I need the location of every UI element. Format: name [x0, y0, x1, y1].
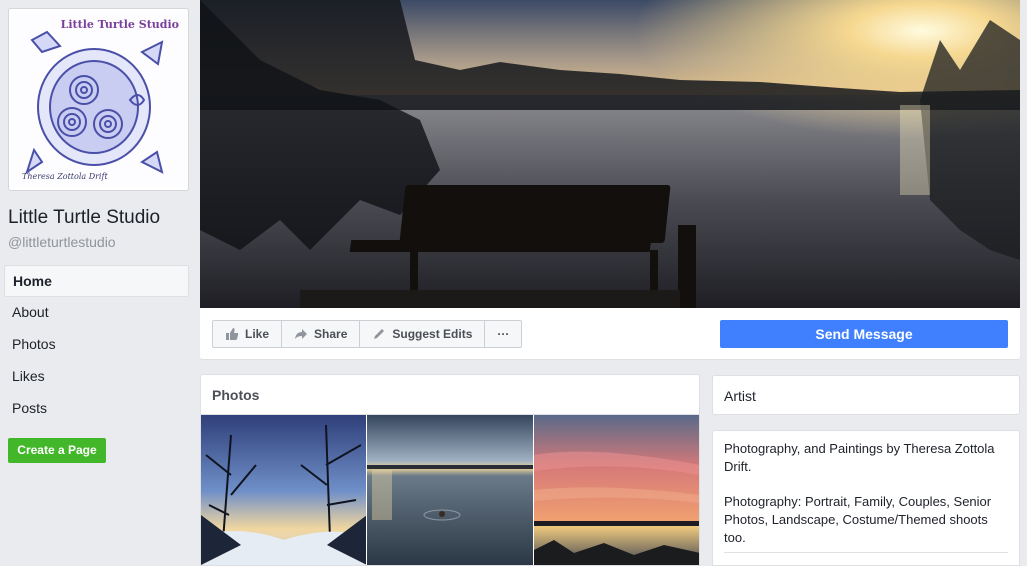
left-column: Little Turtle Studio Theresa Zottola Dri… [0, 0, 200, 566]
profile-picture[interactable]: Little Turtle Studio Theresa Zottola Dri… [8, 8, 189, 191]
send-message-button[interactable]: Send Message [720, 320, 1008, 348]
photo-grid [201, 415, 699, 565]
photo-thumbnail[interactable] [533, 415, 699, 565]
about-services: Photography: Portrait, Family, Couples, … [724, 494, 992, 545]
action-button-group: Like Share Suggest Edits ··· [212, 320, 523, 348]
divider [724, 552, 1008, 553]
nav-item-posts[interactable]: Posts [4, 393, 189, 425]
photos-card-title[interactable]: Photos [201, 375, 699, 415]
pencil-icon [372, 327, 386, 341]
suggest-edits-label: Suggest Edits [392, 327, 473, 341]
photo-thumbnail[interactable] [367, 415, 533, 565]
turtle-logo: Little Turtle Studio Theresa Zottola Dri… [12, 12, 185, 187]
turtle-logo-image [25, 30, 164, 175]
cover-photo[interactable] [200, 0, 1020, 308]
like-label: Like [245, 327, 270, 341]
page-title[interactable]: Little Turtle Studio [8, 207, 160, 229]
logo-signature: Theresa Zottola Drift [22, 172, 108, 181]
photos-card: Photos [200, 374, 700, 566]
thumbs-up-icon [225, 327, 239, 341]
more-dots-icon: ··· [497, 327, 510, 341]
nav-item-home[interactable]: Home [4, 265, 189, 297]
share-arrow-icon [294, 327, 308, 341]
cover-lake-sunrise-image [200, 0, 1020, 308]
logo-title: Little Turtle Studio [60, 18, 179, 31]
create-page-button[interactable]: Create a Page [8, 438, 106, 463]
like-button[interactable]: Like [213, 321, 283, 347]
share-label: Share [314, 327, 348, 341]
suggest-edits-button[interactable]: Suggest Edits [360, 321, 486, 347]
nav-item-photos[interactable]: Photos [4, 329, 189, 361]
lake-swimmer-photo [367, 415, 533, 565]
photo-thumbnail[interactable] [201, 415, 367, 565]
about-description: Photography, and Paintings by Theresa Zo… [724, 441, 995, 474]
nav-item-likes[interactable]: Likes [4, 361, 189, 393]
page-nav: Home About Photos Likes Posts [4, 265, 189, 425]
category-card[interactable]: Artist [712, 375, 1020, 415]
nav-item-about[interactable]: About [4, 297, 189, 329]
about-card: Photography, and Paintings by Theresa Zo… [712, 430, 1020, 566]
more-options-button[interactable]: ··· [485, 321, 521, 347]
share-button[interactable]: Share [282, 321, 361, 347]
pink-sunset-photo [533, 415, 699, 565]
page-handle[interactable]: @littleturtlestudio [8, 234, 116, 250]
page-action-bar: Like Share Suggest Edits ··· Send Messag… [200, 308, 1020, 360]
winter-trees-photo [201, 415, 367, 565]
